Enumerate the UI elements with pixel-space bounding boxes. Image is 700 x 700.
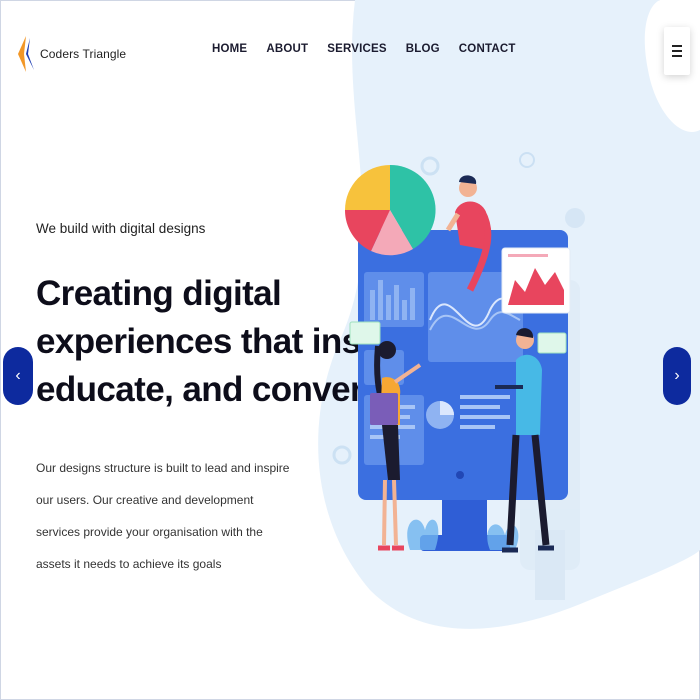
nav-home[interactable]: HOME	[212, 43, 247, 55]
nav-blog[interactable]: BLOG	[406, 43, 440, 55]
nav-services[interactable]: SERVICES	[327, 43, 387, 55]
hero-illustration	[332, 152, 585, 600]
area-chart-card-icon	[501, 247, 571, 314]
pie-chart-icon	[344, 164, 436, 256]
nav-about[interactable]: ABOUT	[266, 43, 308, 55]
chevron-right-icon: ›	[674, 367, 680, 384]
hero-description: Our designs structure is built to lead a…	[36, 461, 290, 571]
data-label-card	[349, 321, 381, 345]
brand-logo[interactable]: Coders Triangle	[16, 34, 126, 74]
slider-prev-button[interactable]: ‹	[3, 347, 33, 405]
headline-line: Creating digital	[36, 274, 282, 313]
hero-headline: Creating digital experiences that inspir…	[36, 270, 432, 414]
headline-line: experiences that inspire,	[36, 322, 432, 361]
main-nav: HOME ABOUT SERVICES BLOG CONTACT	[212, 43, 516, 55]
hamburger-icon-bar	[672, 55, 682, 57]
slider-next-button[interactable]: ›	[663, 347, 691, 405]
nav-contact[interactable]: CONTACT	[459, 43, 516, 55]
chevron-left-icon: ‹	[15, 367, 21, 384]
headline-line: educate, and convert	[36, 370, 375, 409]
hamburger-icon-bar	[672, 50, 682, 52]
brand-name: Coders Triangle	[40, 47, 127, 61]
triangle-logo-icon	[18, 36, 34, 72]
hamburger-icon	[672, 45, 682, 47]
data-label-card	[537, 332, 567, 354]
hero-tagline: We build with digital designs	[36, 221, 206, 236]
hamburger-menu-button[interactable]	[664, 27, 690, 75]
